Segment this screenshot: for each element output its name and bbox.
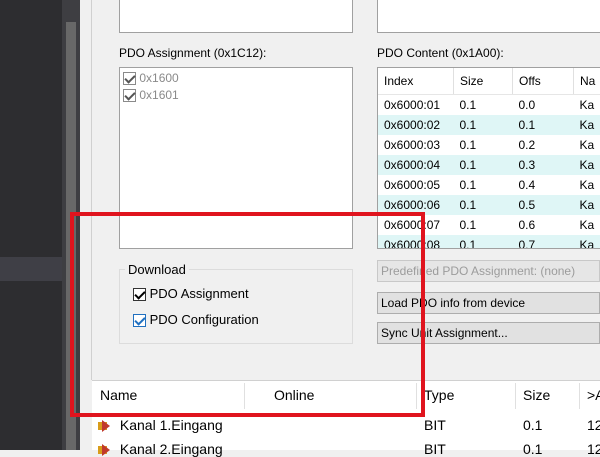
table-row[interactable]: Kanal 1.Eingang BIT 0.1 12 xyxy=(98,417,598,433)
table-row[interactable]: 0x6000:020.10.1Ka xyxy=(378,115,600,135)
column-divider[interactable] xyxy=(579,383,580,409)
column-header-size[interactable]: Size xyxy=(523,387,550,403)
highlight-annotation xyxy=(70,212,425,417)
pdo-content-label: PDO Content (0x1A00): xyxy=(377,46,504,60)
column-header-index[interactable]: Index xyxy=(378,68,454,95)
column-header-name[interactable]: Na xyxy=(574,68,600,95)
checkbox-icon[interactable] xyxy=(123,72,136,85)
pdo-assignment-item[interactable]: 0x1600 xyxy=(123,71,179,85)
column-header-address[interactable]: >A xyxy=(587,387,600,403)
table-row[interactable]: 0x6000:010.10.0Ka xyxy=(378,95,600,116)
table-header-row: Index Size Offs Na xyxy=(378,68,600,95)
pdo-assignment-label: PDO Assignment (0x1C12): xyxy=(119,46,266,60)
table-row[interactable]: Kanal 2.Eingang BIT 0.1 12 xyxy=(98,441,598,457)
column-header-offs[interactable]: Offs xyxy=(513,68,574,95)
table-row[interactable]: 0x6000:030.10.2Ka xyxy=(378,135,600,155)
column-header-type[interactable]: Type xyxy=(424,387,454,403)
selected-tree-item[interactable] xyxy=(0,257,62,281)
input-variable-icon xyxy=(98,421,112,431)
column-header-size[interactable]: Size xyxy=(454,68,513,95)
solution-explorer-panel xyxy=(0,0,62,450)
pdo-list[interactable] xyxy=(377,0,600,33)
sync-manager-list[interactable] xyxy=(119,0,353,33)
input-variable-icon xyxy=(98,445,112,455)
column-divider[interactable] xyxy=(515,383,516,409)
pdo-assignment-item[interactable]: 0x1601 xyxy=(123,88,179,102)
checkbox-icon[interactable] xyxy=(123,89,136,102)
table-row[interactable]: 0x6000:040.10.3Ka xyxy=(378,155,600,175)
table-row[interactable]: 0x6000:050.10.4Ka xyxy=(378,175,600,195)
